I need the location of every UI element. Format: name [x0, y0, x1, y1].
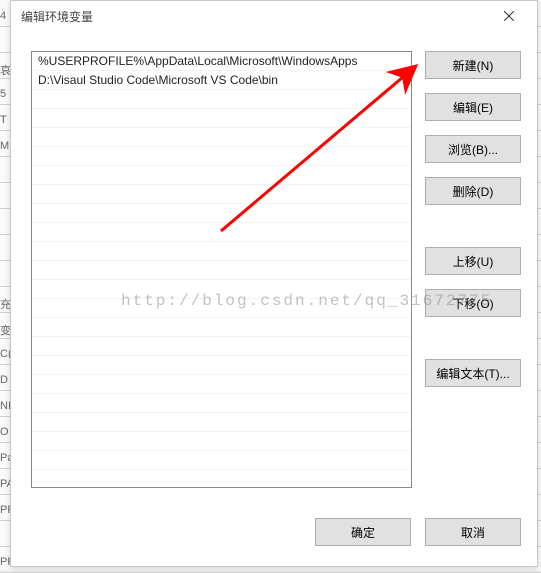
- backdrop-row-text: O: [0, 426, 9, 438]
- list-item[interactable]: %USERPROFILE%\AppData\Local\Microsoft\Wi…: [32, 52, 411, 71]
- new-button[interactable]: 新建(N): [425, 51, 521, 79]
- backdrop-row-text: 5: [0, 88, 6, 100]
- list-item[interactable]: [32, 109, 411, 128]
- list-item[interactable]: [32, 299, 411, 318]
- backdrop-row-text: D: [0, 374, 8, 386]
- delete-button[interactable]: 删除(D): [425, 177, 521, 205]
- close-icon: [504, 11, 514, 21]
- cancel-button[interactable]: 取消: [425, 518, 521, 546]
- close-button[interactable]: [489, 2, 529, 30]
- move-down-button[interactable]: 下移(O): [425, 289, 521, 317]
- dialog-title: 编辑环境变量: [21, 8, 489, 25]
- browse-button[interactable]: 浏览(B)...: [425, 135, 521, 163]
- backdrop-row-text: 4: [0, 10, 6, 22]
- list-item[interactable]: [32, 375, 411, 394]
- path-listbox[interactable]: %USERPROFILE%\AppData\Local\Microsoft\Wi…: [31, 51, 412, 488]
- list-item[interactable]: [32, 204, 411, 223]
- list-item[interactable]: [32, 356, 411, 375]
- list-item[interactable]: [32, 337, 411, 356]
- list-item[interactable]: [32, 280, 411, 299]
- edit-button[interactable]: 编辑(E): [425, 93, 521, 121]
- list-item[interactable]: [32, 166, 411, 185]
- list-item[interactable]: [32, 432, 411, 451]
- list-item[interactable]: [32, 451, 411, 470]
- titlebar: 编辑环境变量: [11, 1, 537, 31]
- list-item[interactable]: D:\Visaul Studio Code\Microsoft VS Code\…: [32, 71, 411, 90]
- backdrop-row-text: T: [0, 114, 7, 126]
- list-item[interactable]: [32, 223, 411, 242]
- backdrop-row-text: M: [0, 140, 9, 152]
- list-item[interactable]: [32, 261, 411, 280]
- list-item[interactable]: [32, 242, 411, 261]
- list-item[interactable]: [32, 318, 411, 337]
- edit-text-button[interactable]: 编辑文本(T)...: [425, 359, 521, 387]
- list-item[interactable]: [32, 394, 411, 413]
- ok-button[interactable]: 确定: [315, 518, 411, 546]
- list-item[interactable]: [32, 147, 411, 166]
- list-item[interactable]: [32, 413, 411, 432]
- list-item[interactable]: [32, 128, 411, 147]
- list-item[interactable]: [32, 185, 411, 204]
- edit-env-var-dialog: 编辑环境变量 %USERPROFILE%\AppData\Local\Micro…: [10, 0, 538, 567]
- move-up-button[interactable]: 上移(U): [425, 247, 521, 275]
- list-item[interactable]: [32, 90, 411, 109]
